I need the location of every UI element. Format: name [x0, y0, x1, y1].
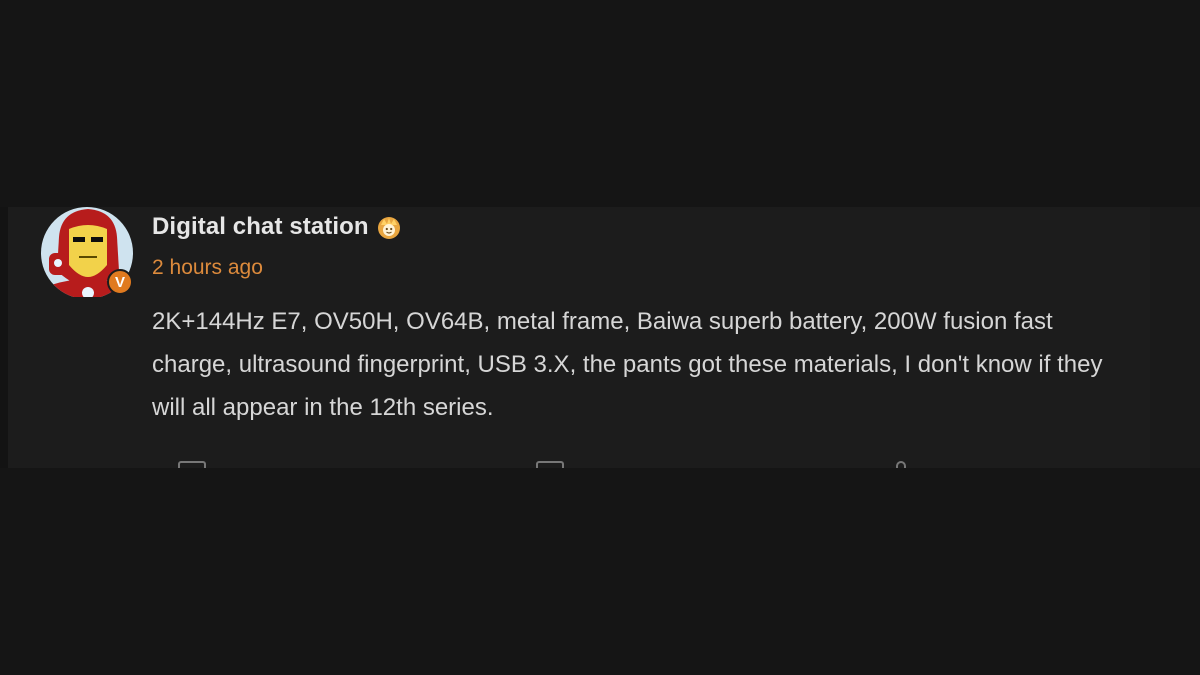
right-panel-edge — [1150, 207, 1200, 468]
left-edge — [0, 207, 8, 468]
repost-icon — [178, 461, 206, 468]
author-avatar[interactable]: V — [41, 207, 135, 297]
post-text: 2K+144Hz E7, OV50H, OV64B, metal frame, … — [152, 308, 1103, 421]
post-timestamp[interactable]: 2 hours ago — [152, 256, 263, 280]
like-icon — [896, 461, 906, 468]
like-button[interactable] — [896, 461, 906, 468]
verified-badge-letter: V — [114, 273, 125, 291]
author-name[interactable]: Digital chat station — [152, 213, 369, 241]
comment-button[interactable] — [536, 461, 564, 468]
action-bar — [152, 458, 932, 468]
comment-icon — [536, 461, 564, 468]
author-row: Digital chat station — [152, 211, 403, 243]
repost-button[interactable] — [178, 461, 206, 468]
crown-badge-icon — [375, 213, 403, 241]
verified-v-badge-icon: V — [107, 269, 133, 295]
